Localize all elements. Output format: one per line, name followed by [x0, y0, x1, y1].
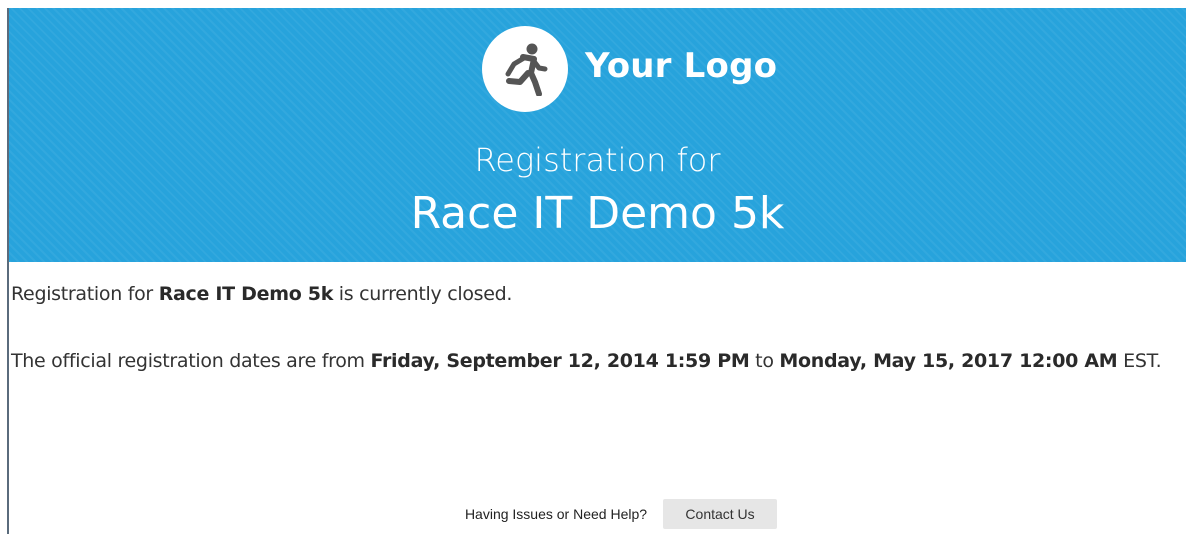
- dates-start: Friday, September 12, 2014 1:59 PM: [370, 350, 750, 372]
- closed-notice-event: Race IT Demo 5k: [158, 283, 334, 305]
- closed-notice-suffix: is currently closed.: [333, 283, 513, 305]
- registration-for-heading: Registration for: [474, 141, 721, 179]
- closed-notice-prefix: Registration for: [11, 283, 159, 305]
- logo-badge[interactable]: [482, 26, 568, 112]
- dates-middle: to: [749, 350, 780, 372]
- registration-dates: The official registration dates are from…: [11, 350, 1162, 372]
- event-title: Race IT Demo 5k: [410, 188, 785, 239]
- dates-end: Monday, May 15, 2017 12:00 AM: [779, 350, 1118, 372]
- help-text: Having Issues or Need Help?: [464, 506, 648, 522]
- dates-suffix: EST.: [1117, 350, 1162, 372]
- logo-text: Your Logo: [585, 46, 778, 86]
- header-banner: Your Logo Registration for Race IT Demo …: [9, 8, 1186, 262]
- dates-prefix: The official registration dates are from: [11, 350, 371, 372]
- running-person-icon: [505, 43, 548, 96]
- help-footer: Having Issues or Need Help? Contact Us: [0, 499, 1186, 529]
- registration-page: Your Logo Registration for Race IT Demo …: [0, 0, 1186, 534]
- contact-us-button[interactable]: Contact Us: [663, 499, 778, 529]
- closed-notice: Registration for Race IT Demo 5k is curr…: [11, 283, 512, 305]
